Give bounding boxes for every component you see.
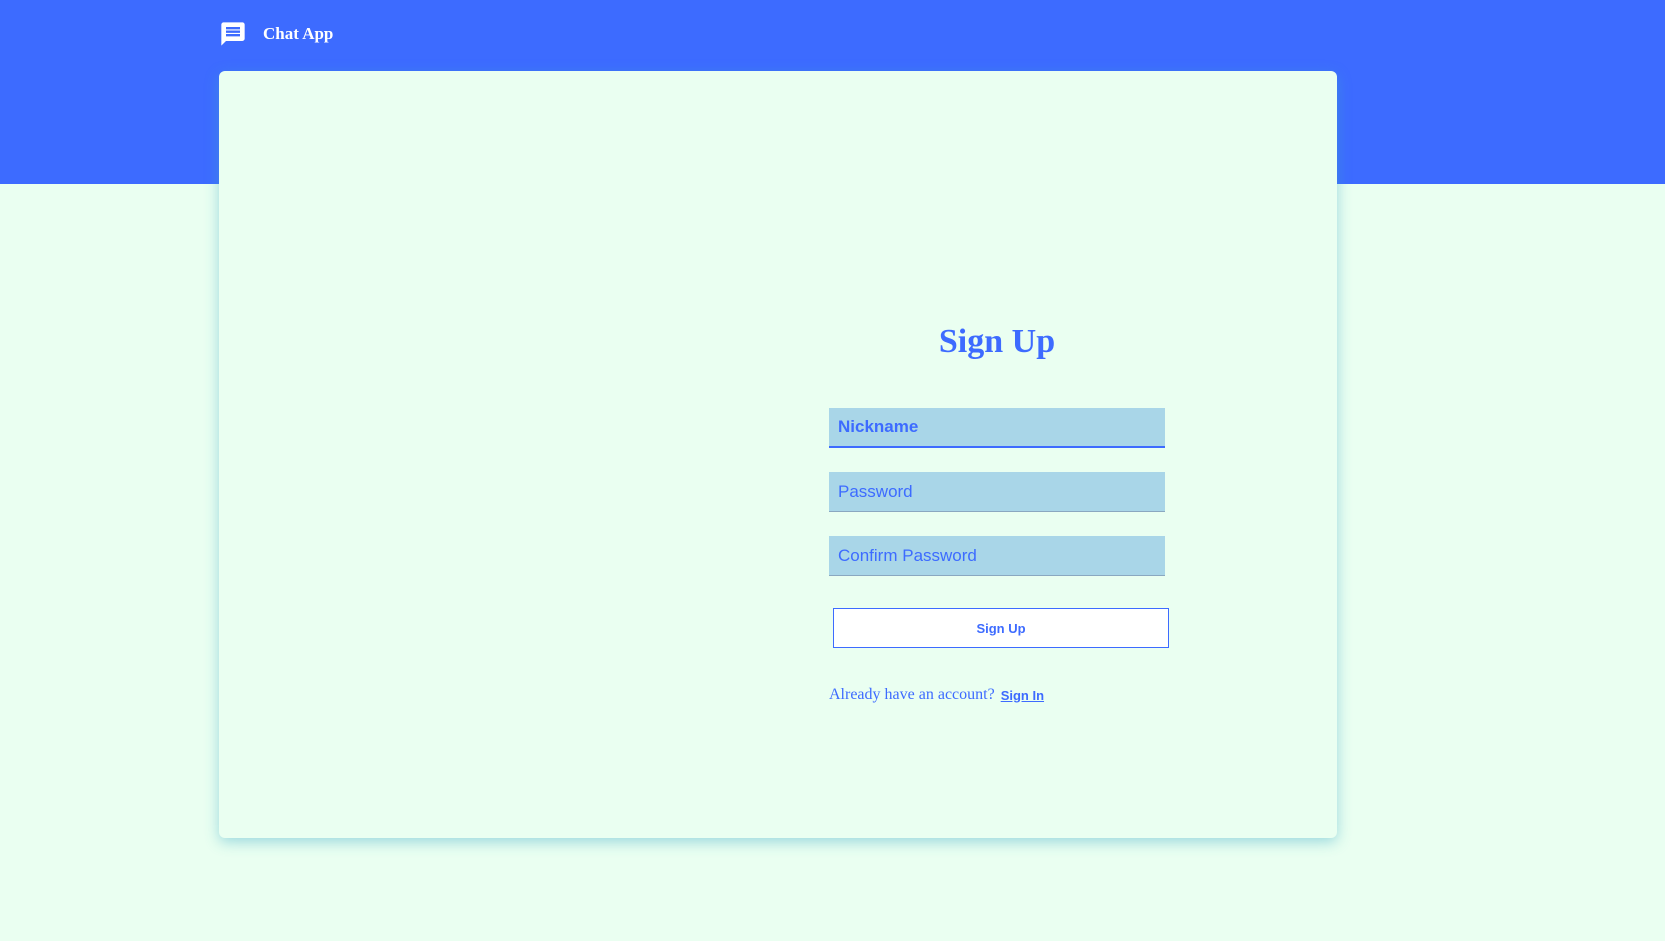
signup-form: Sign Up Sign Up Already have an account?… [829, 321, 1169, 703]
app-title: Chat App [263, 24, 334, 43]
signup-button[interactable]: Sign Up [833, 608, 1169, 648]
chat-icon [219, 20, 247, 48]
confirm-password-input[interactable] [829, 536, 1165, 576]
signin-link[interactable]: Sign In [1001, 688, 1044, 703]
signin-prompt: Already have an account? [829, 686, 995, 703]
page-title: Sign Up [938, 323, 1056, 360]
app-header: Chat App [219, 18, 333, 50]
nickname-input[interactable] [829, 408, 1165, 448]
signin-row: Already have an account? Sign In [829, 685, 1169, 705]
signup-card: Sign Up Sign Up Already have an account?… [219, 71, 1337, 838]
password-input[interactable] [829, 472, 1165, 512]
